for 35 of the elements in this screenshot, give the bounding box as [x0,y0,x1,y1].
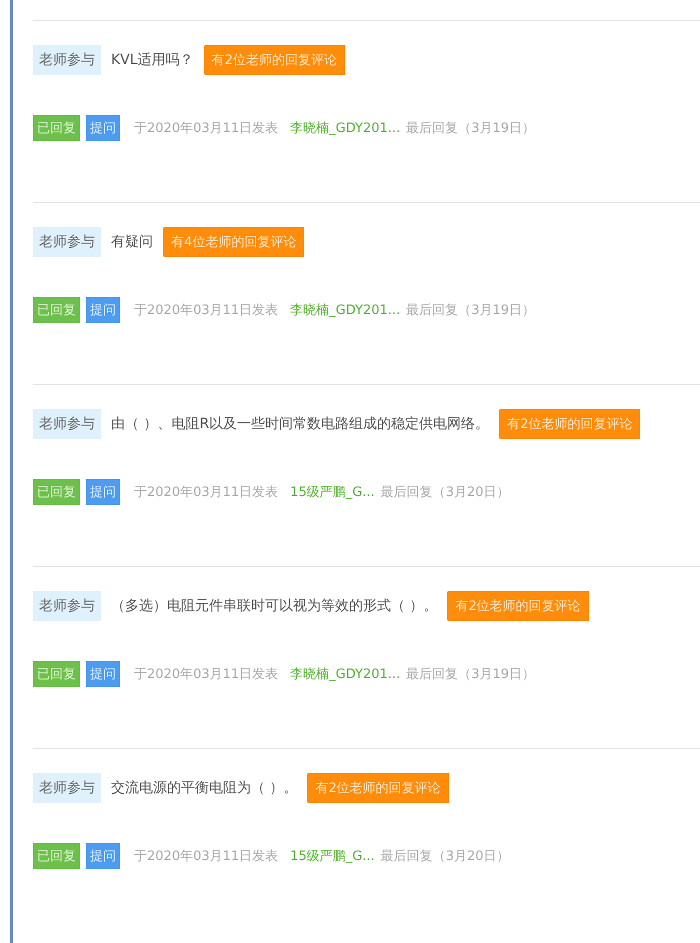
post-title[interactable]: KVL适用吗？ [111,51,194,69]
teacher-tag: 老师参与 [33,227,101,257]
status-tag: 已回复 [33,297,80,323]
status-tag: 已回复 [33,661,80,687]
status-tag: 已回复 [33,843,80,869]
type-tag: 提问 [86,297,120,323]
status-tag: 已回复 [33,479,80,505]
status-tag: 已回复 [33,115,80,141]
teacher-tag: 老师参与 [33,409,101,439]
post-title[interactable]: 交流电源的平衡电阻为（ ）。 [111,779,298,797]
last-reply: 最后回复（3月19日） [406,120,536,137]
reply-count-badge: 有2位老师的回复评论 [499,409,640,439]
teacher-tag: 老师参与 [33,591,101,621]
type-tag: 提问 [86,843,120,869]
last-reply: 最后回复（3月20日） [380,848,510,865]
last-reply: 最后回复（3月20日） [380,484,510,501]
post-date: 于2020年03月11日发表 [134,302,278,319]
reply-count-badge: 有2位老师的回复评论 [307,773,449,803]
post-date: 于2020年03月11日发表 [134,666,278,683]
last-reply: 最后回复（3月19日） [406,666,536,683]
teacher-tag: 老师参与 [33,773,101,803]
post-date: 于2020年03月11日发表 [134,120,278,137]
last-reply: 最后回复（3月19日） [406,302,536,319]
type-tag: 提问 [86,479,120,505]
reply-count-badge: 有2位老师的回复评论 [447,591,589,621]
post-date: 于2020年03月11日发表 [134,484,278,501]
post-title[interactable]: 有疑问 [111,233,153,251]
reply-count-badge: 有2位老师的回复评论 [204,45,345,75]
post-title[interactable]: （多选）电阻元件串联时可以视为等效的形式（ ）。 [111,597,438,615]
post-date: 于2020年03月11日发表 [134,848,278,865]
type-tag: 提问 [86,661,120,687]
type-tag: 提问 [86,115,120,141]
post-title[interactable]: 由（ ）、电阻R以及一些时间常数电路组成的稳定供电网络。 [111,415,490,433]
reply-count-badge: 有4位老师的回复评论 [163,227,304,257]
teacher-tag: 老师参与 [33,45,101,75]
